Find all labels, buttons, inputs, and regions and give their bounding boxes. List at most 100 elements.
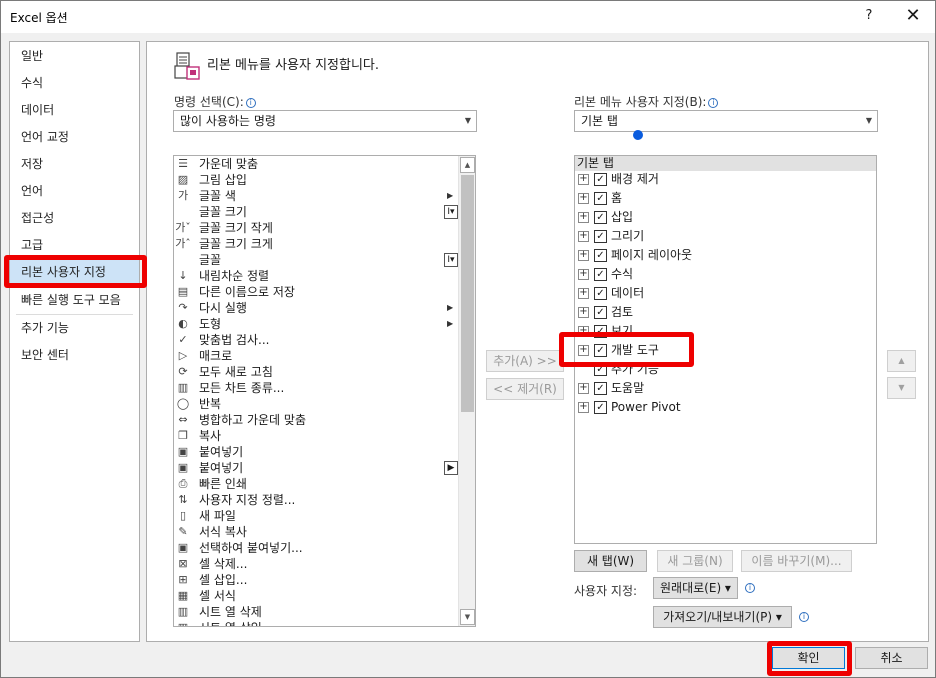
command-item[interactable]: ▦ 셀 서식 [174,588,459,604]
help-button[interactable]: ? [859,5,879,27]
tab-checkbox[interactable]: ✓ [594,268,607,281]
sidebar-item[interactable]: 고급 [10,232,139,259]
command-item[interactable]: ▣ 선택하여 붙여넣기... [174,540,459,556]
command-item[interactable]: ▯ 새 파일 [174,508,459,524]
ribbon-tab-item[interactable]: + ✓ 페이지 레이아웃 [578,246,858,265]
expand-icon[interactable]: + [578,307,589,318]
remove-button[interactable]: << 제거(R) [486,378,564,400]
command-item[interactable]: ▨ 그림 삽입 [174,172,459,188]
reset-dropdown[interactable]: 원래대로(E) ▾ [653,577,738,599]
tab-checkbox[interactable]: ✓ [594,192,607,205]
tab-checkbox[interactable]: ✓ [594,249,607,262]
tab-checkbox[interactable]: ✓ [594,230,607,243]
command-item[interactable]: ▥ 시트 열 삽입 [174,620,459,626]
tab-checkbox[interactable]: ✓ [594,401,607,414]
ribbon-tab-item[interactable]: + ✓ 개발 도구 [578,341,858,360]
ribbon-tab-item[interactable]: ✓ 추가 기능 [578,360,858,379]
command-item[interactable]: ⊠ 셀 삭제... [174,556,459,572]
sidebar-item[interactable]: 데이터 [10,97,139,124]
expand-icon[interactable]: + [578,288,589,299]
command-item[interactable]: 글꼴 크기 I▾ [174,204,459,220]
tab-checkbox[interactable]: ✓ [594,382,607,395]
command-item[interactable]: ⊞ 셀 삽입... [174,572,459,588]
command-item[interactable]: ⟳ 모두 새로 고침 [174,364,459,380]
sidebar-item[interactable]: 수식 [10,70,139,97]
command-item[interactable]: ▣ 붙여넣기 ▶ [174,460,459,476]
command-item[interactable]: 가 글꼴 색 ▶ [174,188,459,204]
command-item[interactable]: ✓ 맞춤법 검사... [174,332,459,348]
command-item[interactable]: ⇔ 병합하고 가운데 맞춤 [174,412,459,428]
commands-combo[interactable]: 많이 사용하는 명령 ▼ [173,110,477,132]
sidebar-item[interactable]: 접근성 [10,205,139,232]
command-item[interactable]: ▤ 다른 이름으로 저장 [174,284,459,300]
ribbon-tab-item[interactable]: + ✓ 데이터 [578,284,858,303]
close-icon[interactable]: ✕ [901,5,925,27]
expand-icon[interactable]: + [578,231,589,242]
command-item[interactable]: ↷ 다시 실행 ▶ [174,300,459,316]
expand-icon[interactable]: + [578,402,589,413]
expand-icon[interactable]: + [578,174,589,185]
scroll-up-icon[interactable]: ▲ [460,157,475,173]
ribbon-tab-item[interactable]: + ✓ 그리기 [578,227,858,246]
sidebar-item[interactable]: 빠른 실행 도구 모음 [10,287,139,314]
ribbon-tab-item[interactable]: + ✓ 도움말 [578,379,858,398]
sidebar-item[interactable]: 리본 사용자 지정 [10,259,139,286]
sidebar-item[interactable]: 언어 [10,178,139,205]
command-item[interactable]: ▷ 매크로 [174,348,459,364]
command-item[interactable]: ❐ 복사 [174,428,459,444]
command-item[interactable]: ⎙ 빠른 인쇄 [174,476,459,492]
expand-icon[interactable]: + [578,326,589,337]
command-item[interactable]: 글꼴 I▾ [174,252,459,268]
ribbon-tab-item[interactable]: + ✓ 삽입 [578,208,858,227]
ribbon-tab-item[interactable]: + ✓ 수식 [578,265,858,284]
expand-icon[interactable]: + [578,193,589,204]
ribbon-tabs-tree[interactable]: 기본 탭 + ✓ 배경 제거 + ✓ 홈 + ✓ 삽입 + ✓ 그리기 + ✓ 페이지 레이아웃 + ✓ 수식 + ✓… [574,155,877,544]
move-down-button[interactable]: ▼ [887,377,916,399]
commands-scrollbar[interactable]: ▲ ▼ [458,156,475,626]
tab-checkbox[interactable]: ✓ [594,173,607,186]
ribbon-tab-item[interactable]: + ✓ Power Pivot [578,398,858,417]
tab-checkbox[interactable]: ✓ [594,363,607,376]
command-item[interactable]: ▥ 시트 열 삭제 [174,604,459,620]
tab-checkbox[interactable]: ✓ [594,287,607,300]
expand-icon[interactable]: + [578,250,589,261]
sidebar-item[interactable]: 저장 [10,151,139,178]
expand-icon[interactable]: + [578,269,589,280]
expand-icon[interactable]: + [578,383,589,394]
tab-checkbox[interactable]: ✓ [594,325,607,338]
ok-button[interactable]: 확인 [772,647,845,669]
sidebar-item[interactable]: 보안 센터 [10,342,139,369]
sidebar-item[interactable]: 추가 기능 [10,315,139,342]
sidebar-item[interactable]: 일반 [10,43,139,70]
tab-checkbox[interactable]: ✓ [594,211,607,224]
command-item[interactable]: ☰ 가운데 맞춤 [174,156,459,172]
tab-checkbox[interactable]: ✓ [594,344,607,357]
import-export-dropdown[interactable]: 가져오기/내보내기(P) ▾ [653,606,792,628]
new-tab-button[interactable]: 새 탭(W) [574,550,647,572]
ribbon-tab-item[interactable]: + ✓ 보기 [578,322,858,341]
expand-icon[interactable]: + [578,212,589,223]
scroll-thumb[interactable] [461,175,474,412]
command-item[interactable]: ▣ 붙여넣기 [174,444,459,460]
rename-button[interactable]: 이름 바꾸기(M)... [741,550,852,572]
tab-checkbox[interactable]: ✓ [594,306,607,319]
expand-icon[interactable]: + [578,345,589,356]
ribbon-tab-item[interactable]: + ✓ 검토 [578,303,858,322]
ribbon-tab-item[interactable]: + ✓ 홈 [578,189,858,208]
new-group-button[interactable]: 새 그룹(N) [657,550,733,572]
scroll-down-icon[interactable]: ▼ [460,609,475,625]
command-item[interactable]: ✎ 서식 복사 [174,524,459,540]
command-item[interactable]: ↓ 내림차순 정렬 [174,268,459,284]
cancel-button[interactable]: 취소 [855,647,928,669]
command-item[interactable]: ◯ 반복 [174,396,459,412]
command-item[interactable]: ⇅ 사용자 지정 정렬... [174,492,459,508]
sidebar-item[interactable]: 언어 교정 [10,124,139,151]
move-up-button[interactable]: ▲ [887,350,916,372]
command-item[interactable]: 가ˆ 글꼴 크기 크게 [174,236,459,252]
ribbon-combo[interactable]: 기본 탭 ▼ [574,110,878,132]
add-button[interactable]: 추가(A) >> [486,350,564,372]
command-item[interactable]: ▥ 모든 차트 종류... [174,380,459,396]
ribbon-tab-item[interactable]: + ✓ 배경 제거 [578,170,858,189]
command-item[interactable]: 가ˇ 글꼴 크기 작게 [174,220,459,236]
command-item[interactable]: ◐ 도형 ▶ [174,316,459,332]
